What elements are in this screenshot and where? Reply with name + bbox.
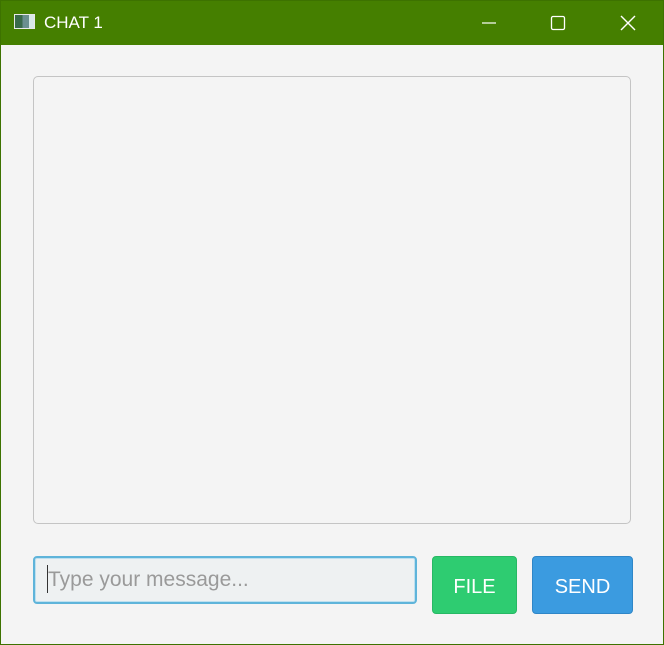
maximize-icon [550, 15, 566, 31]
text-cursor [47, 565, 48, 593]
chat-window: CHAT 1 FILE SEND [0, 0, 664, 645]
minimize-icon [482, 22, 496, 24]
window-title: CHAT 1 [44, 13, 103, 32]
minimize-button[interactable] [466, 1, 512, 45]
file-button[interactable]: FILE [432, 556, 517, 614]
title-bar[interactable]: CHAT 1 [1, 1, 663, 45]
maximize-button[interactable] [535, 1, 581, 45]
message-input[interactable] [33, 556, 417, 604]
message-history-area[interactable] [33, 76, 631, 524]
app-window-icon [14, 14, 35, 29]
send-button[interactable]: SEND [532, 556, 633, 614]
close-icon [620, 15, 636, 31]
close-button[interactable] [605, 1, 651, 45]
